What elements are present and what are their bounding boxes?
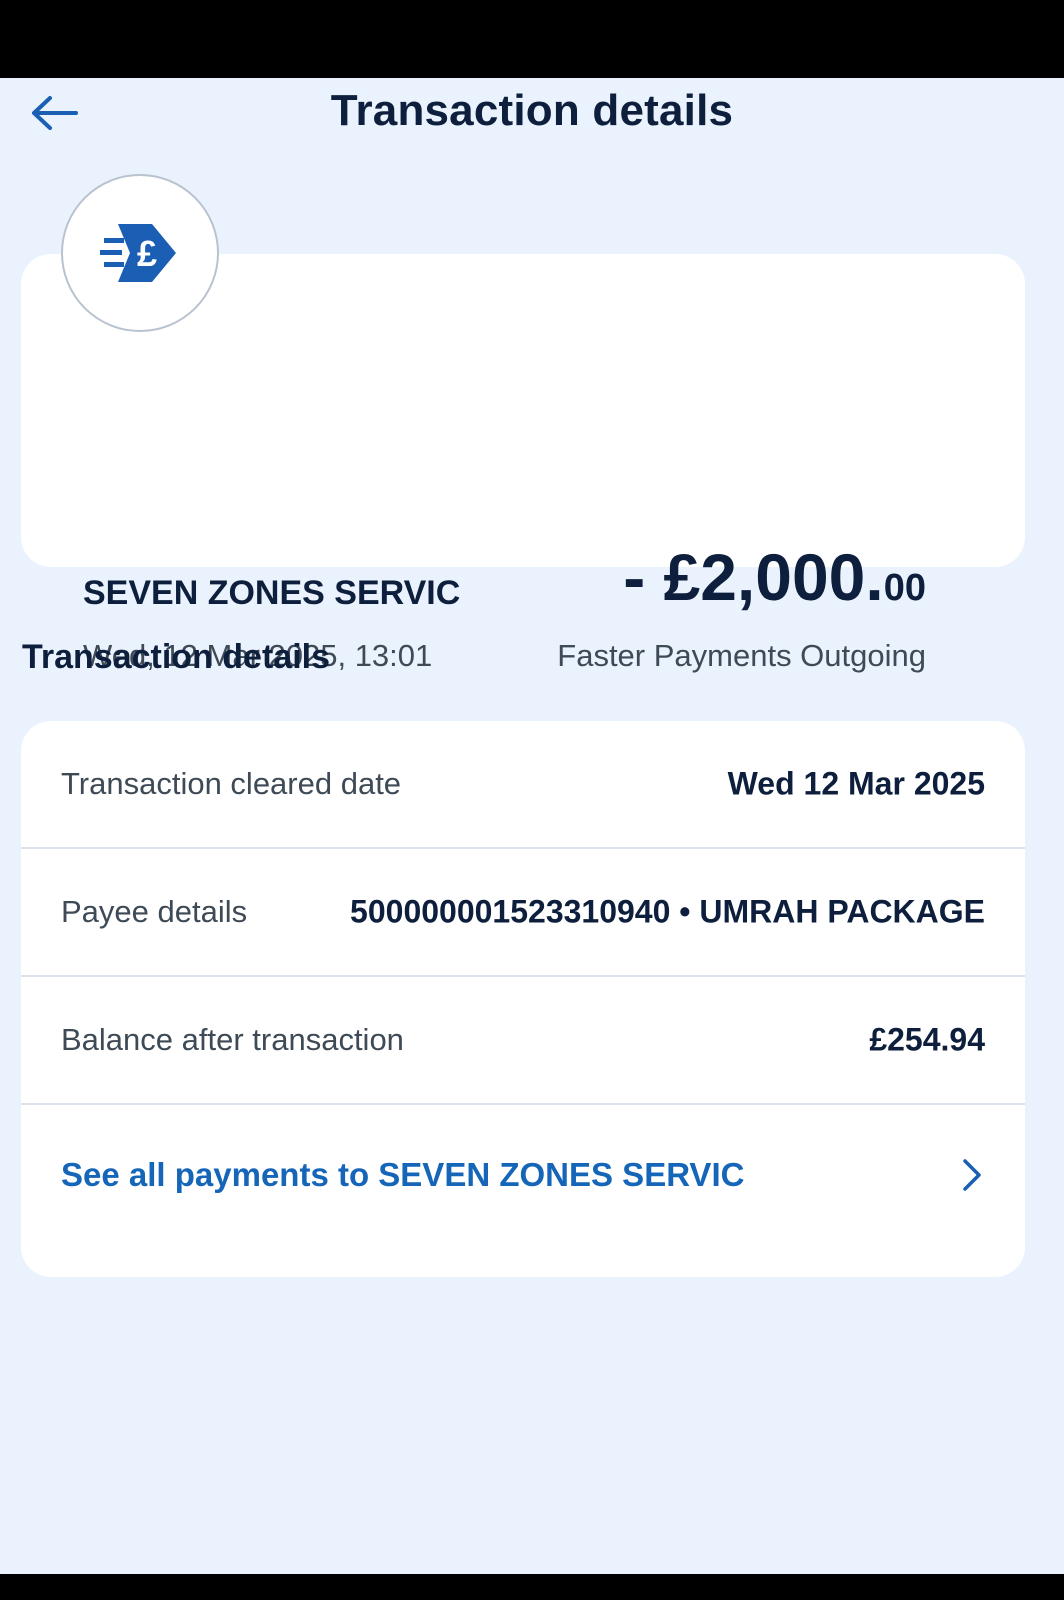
detail-value: 500000001523310940 • UMRAH PACKAGE [350, 893, 985, 930]
detail-row-cleared-date: Transaction cleared date Wed 12 Mar 2025 [21, 721, 1025, 849]
transaction-amount: - £2,000.00 [623, 539, 926, 615]
top-header: Transaction details [0, 78, 1064, 148]
faster-payments-pound-icon: £ [100, 224, 176, 282]
amount-pence: 00 [883, 567, 926, 609]
transaction-details-card: Transaction cleared date Wed 12 Mar 2025… [21, 721, 1025, 1277]
detail-row-balance: Balance after transaction £254.94 [21, 977, 1025, 1105]
detail-value: Wed 12 Mar 2025 [727, 765, 985, 802]
system-bottom-bar [0, 1574, 1064, 1600]
amount-main: - £2,000. [623, 540, 884, 614]
detail-label: Transaction cleared date [61, 766, 402, 801]
see-all-payments-label: See all payments to SEVEN ZONES SERVIC [61, 1156, 745, 1193]
detail-label: Payee details [61, 894, 248, 929]
section-heading: Transaction details [22, 638, 330, 676]
see-all-payments-link[interactable]: See all payments to SEVEN ZONES SERVIC [21, 1105, 1025, 1245]
detail-label: Balance after transaction [61, 1022, 404, 1057]
app-screen: Transaction details SEVEN ZONES SERVIC W… [0, 78, 1064, 1574]
page-title: Transaction details [330, 86, 734, 135]
svg-text:£: £ [137, 233, 157, 274]
payee-name: SEVEN ZONES SERVIC [83, 574, 461, 612]
detail-value: £254.94 [869, 1021, 985, 1058]
payment-type: Faster Payments Outgoing [557, 638, 926, 673]
detail-row-payee: Payee details 500000001523310940 • UMRAH… [21, 849, 1025, 977]
merchant-logo: £ [61, 174, 219, 332]
chevron-right-icon [961, 1155, 985, 1195]
